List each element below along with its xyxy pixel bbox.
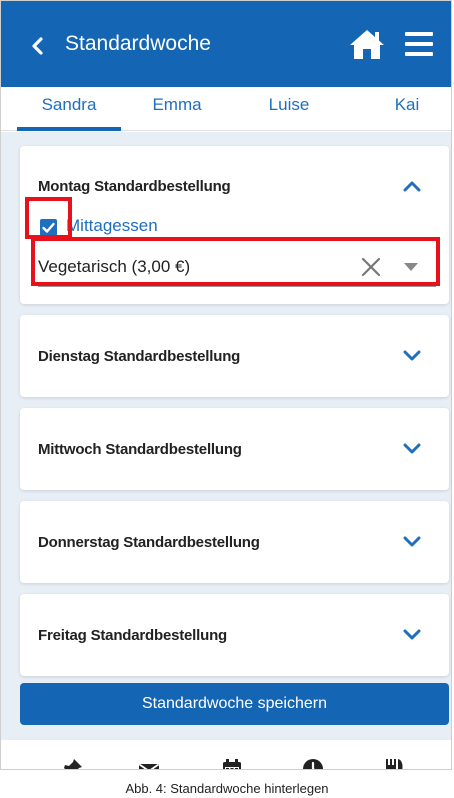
day-title-friday: Freitag Standardbestellung bbox=[38, 627, 227, 644]
tab-luise[interactable]: Luise bbox=[241, 87, 337, 131]
figure-caption: Abb. 4: Standardwoche hinterlegen bbox=[125, 781, 329, 796]
day-card-friday[interactable]: Freitag Standardbestellung bbox=[20, 594, 449, 676]
day-title-monday[interactable]: Montag Standardbestellung bbox=[38, 178, 231, 195]
active-tab-indicator bbox=[17, 127, 121, 131]
calendar-icon[interactable] bbox=[221, 758, 243, 770]
day-title-tuesday: Dienstag Standardbestellung bbox=[38, 348, 241, 365]
chevron-down-icon[interactable] bbox=[403, 443, 421, 455]
select-highlight bbox=[31, 237, 440, 286]
day-title-thursday: Donnerstag Standardbestellung bbox=[38, 534, 260, 551]
home-icon[interactable] bbox=[349, 28, 385, 60]
cutlery-icon[interactable] bbox=[383, 758, 405, 770]
chevron-down-icon[interactable] bbox=[403, 629, 421, 641]
back-arrow-icon[interactable] bbox=[27, 31, 49, 61]
chevron-down-icon[interactable] bbox=[403, 536, 421, 548]
child-tabs: Sandra Emma Luise Kai bbox=[1, 87, 451, 131]
page-title: Standardwoche bbox=[65, 32, 211, 55]
tab-kai[interactable]: Kai bbox=[377, 87, 437, 131]
tab-emma[interactable]: Emma bbox=[129, 87, 225, 131]
app-frame: Standardwoche Sandra Emma Luise Kai Mont… bbox=[0, 0, 452, 770]
pin-icon[interactable] bbox=[61, 758, 83, 770]
day-title-wednesday: Mittwoch Standardbestellung bbox=[38, 441, 242, 458]
clock-icon[interactable] bbox=[302, 758, 324, 770]
top-bar: Standardwoche bbox=[1, 1, 451, 87]
meal-label[interactable]: Mittagessen bbox=[66, 216, 158, 236]
bottom-navigation bbox=[1, 748, 451, 770]
mail-icon[interactable] bbox=[138, 758, 160, 770]
tab-sandra[interactable]: Sandra bbox=[17, 87, 121, 131]
save-button[interactable]: Standardwoche speichern bbox=[20, 683, 449, 725]
day-card-thursday[interactable]: Donnerstag Standardbestellung bbox=[20, 501, 449, 583]
chevron-up-icon[interactable] bbox=[403, 180, 421, 192]
day-card-wednesday[interactable]: Mittwoch Standardbestellung bbox=[20, 408, 449, 490]
hamburger-menu-icon[interactable] bbox=[405, 31, 433, 57]
chevron-down-icon[interactable] bbox=[403, 350, 421, 362]
day-card-tuesday[interactable]: Dienstag Standardbestellung bbox=[20, 315, 449, 397]
checkbox-highlight bbox=[25, 197, 72, 239]
